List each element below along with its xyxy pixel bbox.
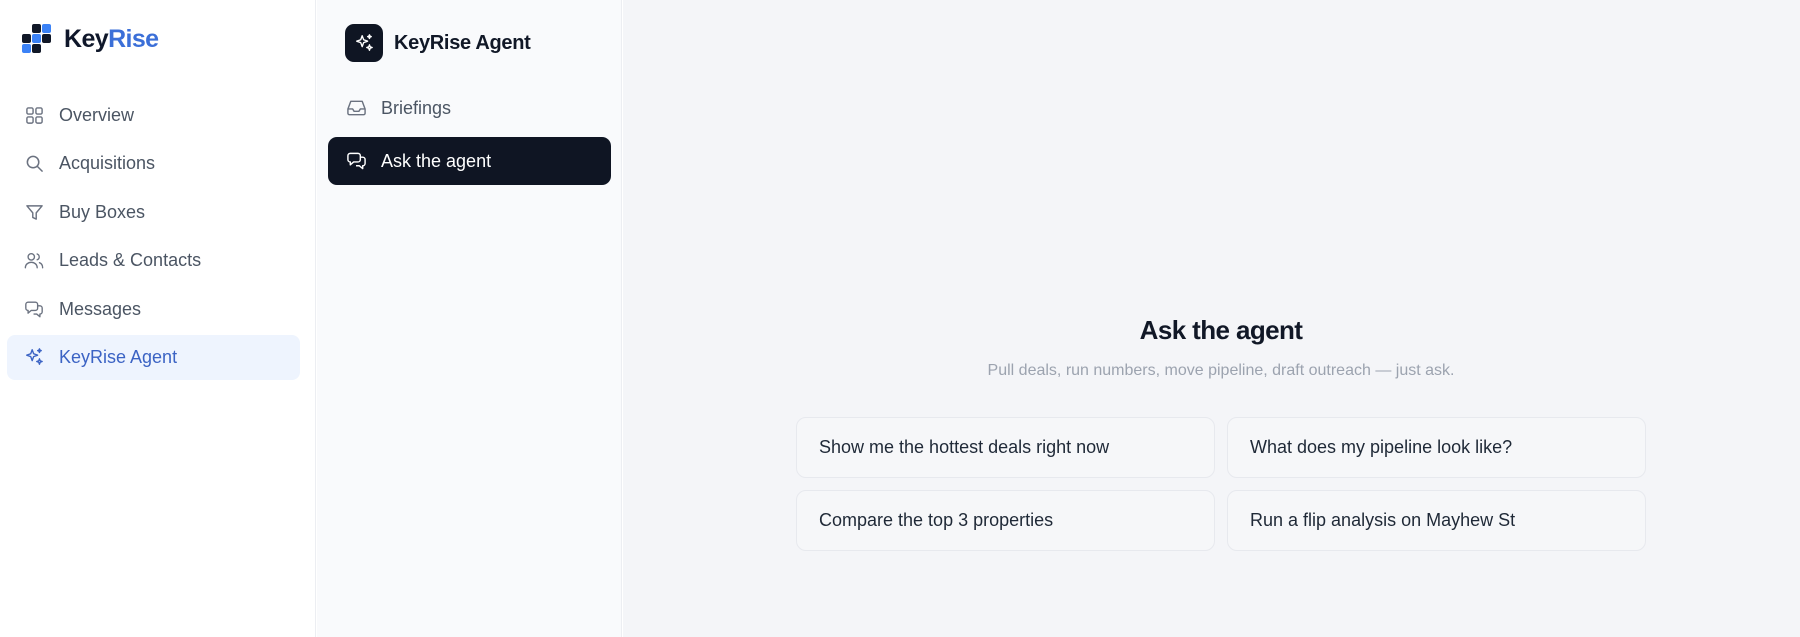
panel-item-label: Briefings xyxy=(381,97,452,118)
suggestion-button[interactable]: Show me the hottest deals right now xyxy=(796,417,1215,478)
panel-nav: Briefings Ask the agent xyxy=(328,84,611,190)
panel-header: KeyRise Agent xyxy=(345,24,531,62)
sidebar-item-label: Leads & Contacts xyxy=(59,250,202,271)
sidebar-item-label: Messages xyxy=(59,298,142,319)
keyrise-logo-icon xyxy=(22,24,51,53)
inbox-icon xyxy=(345,97,367,119)
sidebar-item-keyrise-agent[interactable]: KeyRise Agent xyxy=(7,334,300,380)
search-icon xyxy=(24,154,44,174)
panel-item-label: Ask the agent xyxy=(381,150,492,171)
agent-panel: KeyRise Agent Briefings Ask the agent xyxy=(317,0,622,637)
page-title: Ask the agent xyxy=(1139,315,1303,345)
sidebar-item-label: KeyRise Agent xyxy=(59,346,178,367)
panel-item-briefings[interactable]: Briefings xyxy=(328,84,611,132)
panel-item-ask-the-agent[interactable]: Ask the agent xyxy=(328,137,611,185)
sidebar-item-leads-contacts[interactable]: Leads & Contacts xyxy=(7,238,300,283)
chat-icon xyxy=(345,150,367,172)
sparkles-icon xyxy=(24,347,44,367)
sidebar-item-label: Buy Boxes xyxy=(59,201,146,222)
sidebar: KeyRise Overview Acquisitions Buy Boxes … xyxy=(0,0,316,637)
users-icon xyxy=(24,251,44,271)
sparkles-icon xyxy=(356,34,373,51)
grid-icon xyxy=(24,106,44,126)
agent-badge xyxy=(345,24,383,62)
main-content: Ask the agent Pull deals, run numbers, m… xyxy=(623,0,1800,637)
panel-title: KeyRise Agent xyxy=(394,31,531,54)
sidebar-item-buy-boxes[interactable]: Buy Boxes xyxy=(7,190,300,235)
page-subtitle: Pull deals, run numbers, move pipeline, … xyxy=(987,362,1455,379)
sidebar-item-messages[interactable]: Messages xyxy=(7,287,300,332)
filter-icon xyxy=(24,202,44,222)
chat-icon xyxy=(24,299,44,319)
sidebar-item-label: Overview xyxy=(59,105,135,125)
brand[interactable]: KeyRise xyxy=(22,24,159,54)
suggestion-button[interactable]: Run a flip analysis on Mayhew St xyxy=(1227,490,1646,551)
sidebar-item-acquisitions[interactable]: Acquisitions xyxy=(7,141,300,186)
sidebar-item-label: Acquisitions xyxy=(59,153,156,174)
sidebar-nav: Overview Acquisitions Buy Boxes Leads & … xyxy=(7,93,300,383)
suggestion-button[interactable]: What does my pipeline look like? xyxy=(1227,417,1646,478)
suggestion-grid: Show me the hottest deals right now What… xyxy=(796,417,1647,551)
sidebar-item-overview[interactable]: Overview xyxy=(7,93,300,138)
brand-name: KeyRise xyxy=(64,24,159,53)
suggestion-button[interactable]: Compare the top 3 properties xyxy=(796,490,1215,551)
